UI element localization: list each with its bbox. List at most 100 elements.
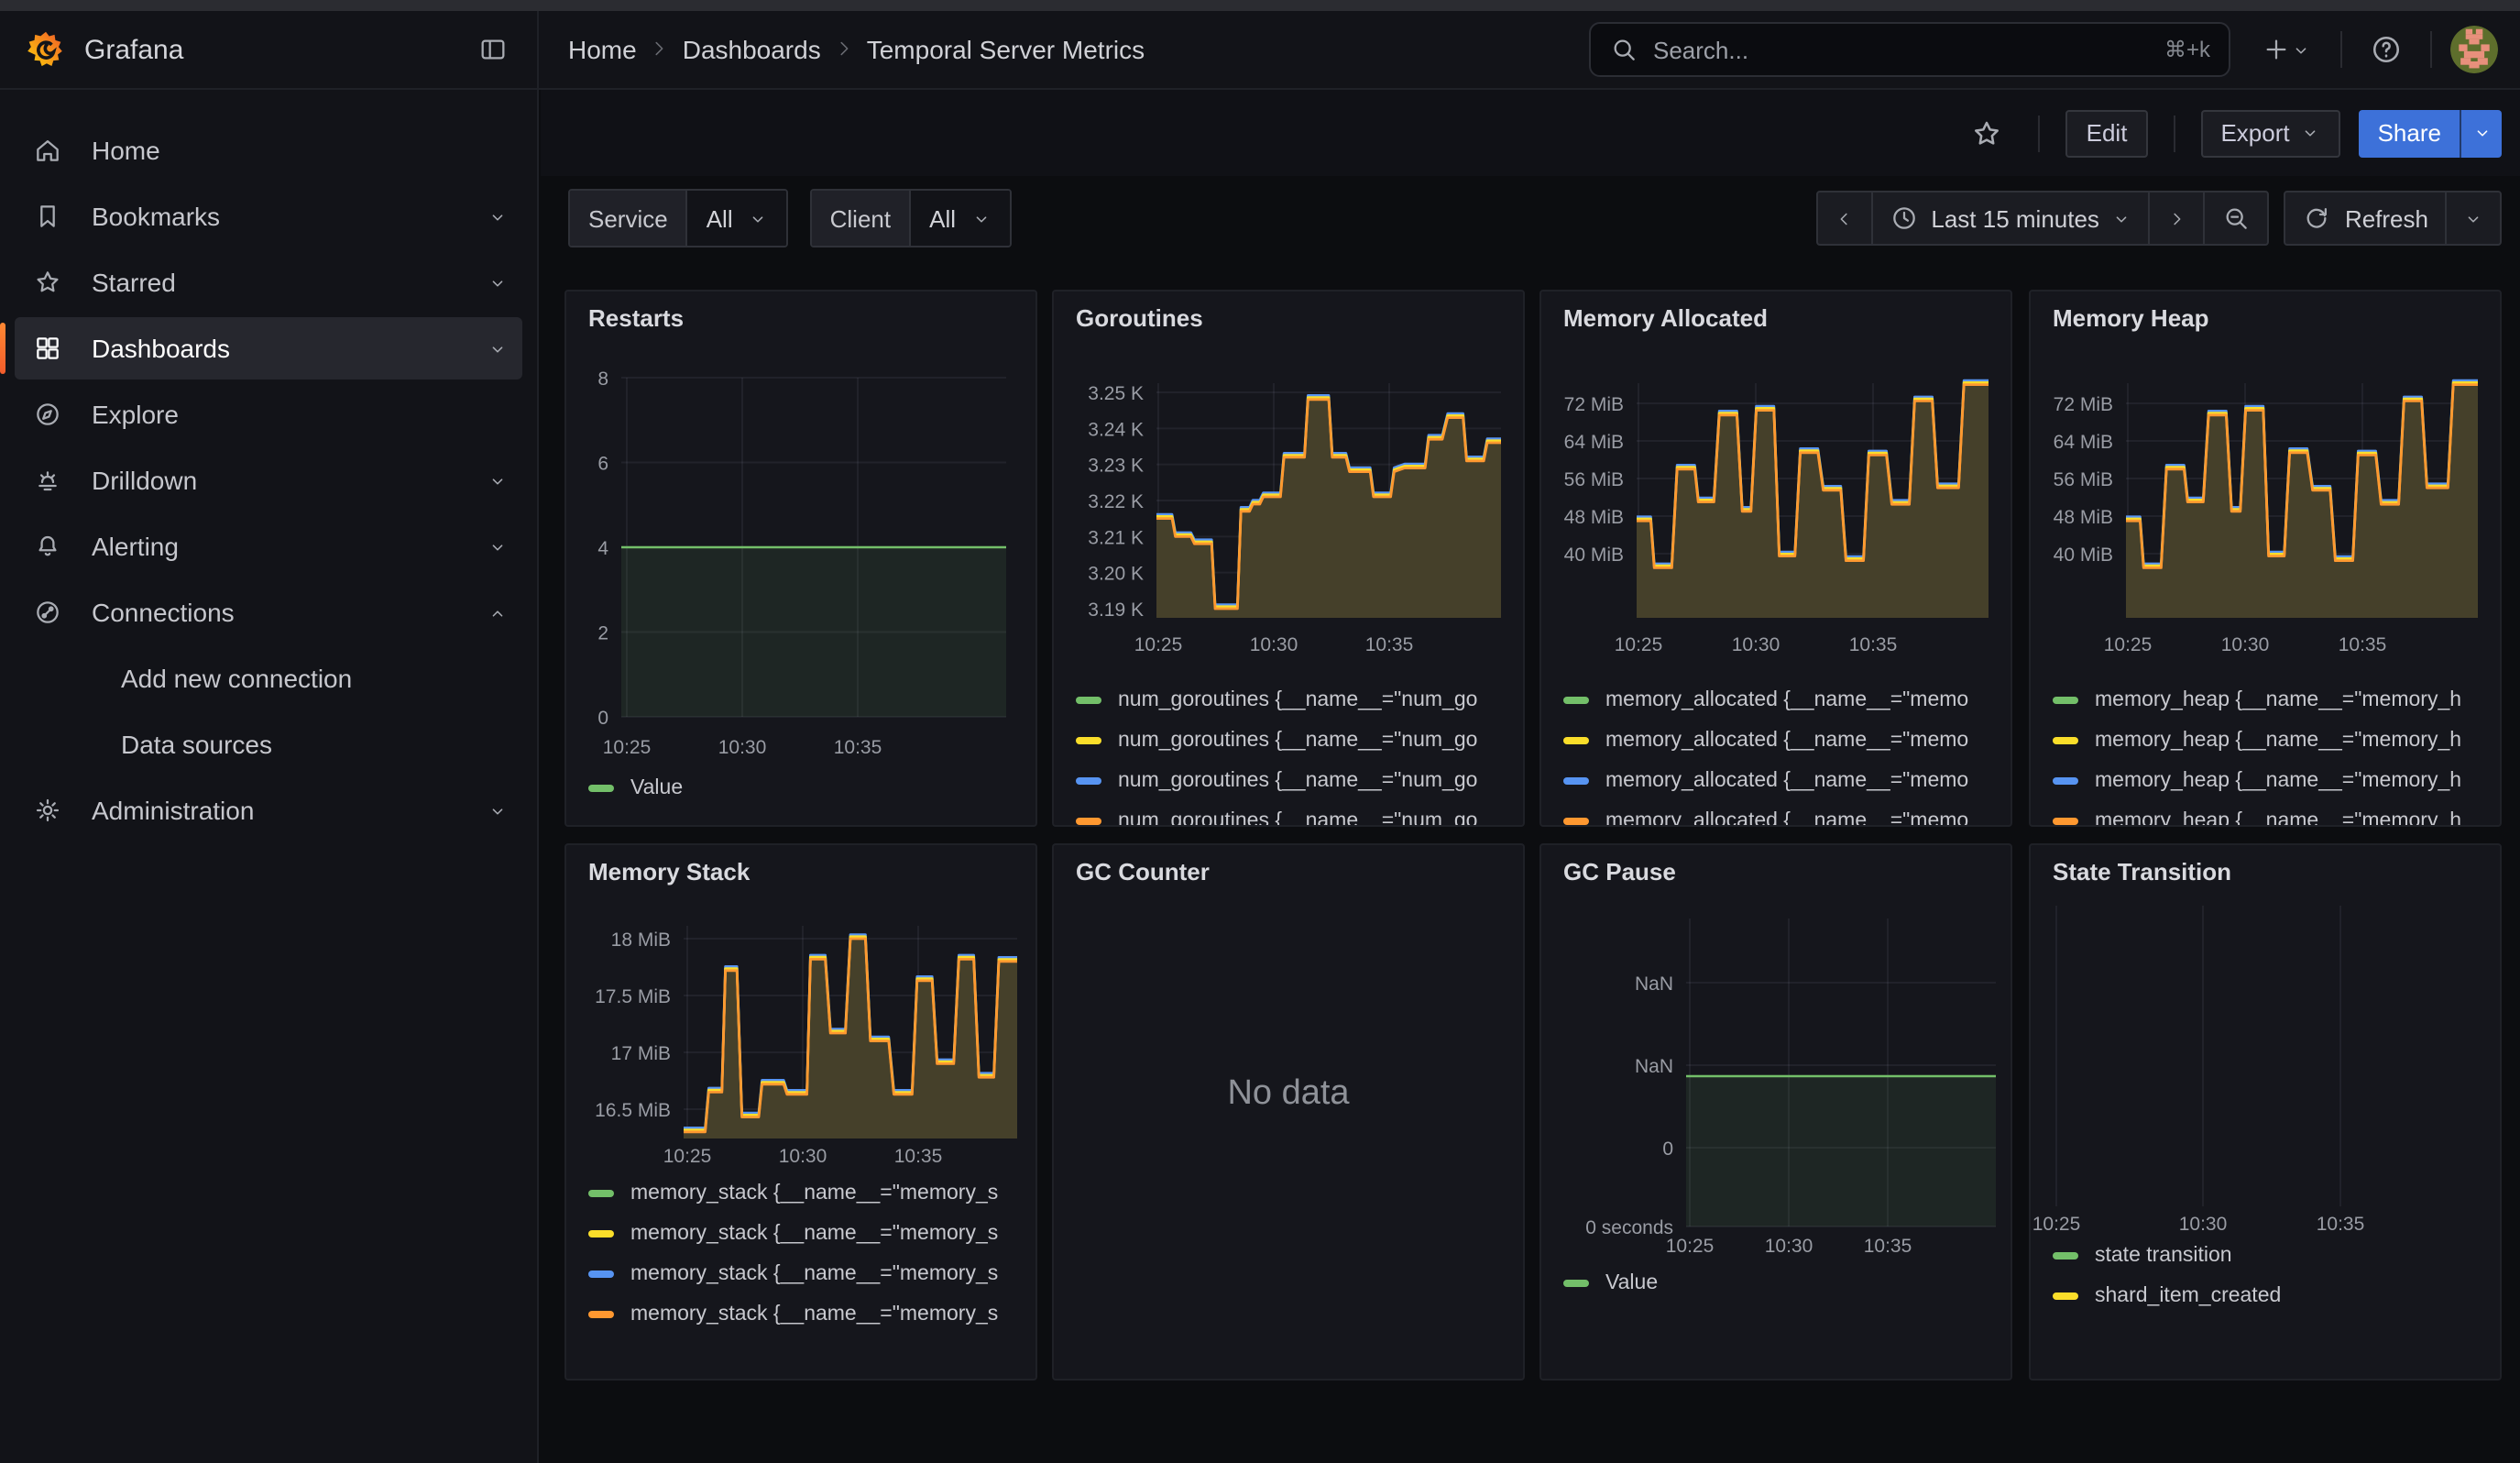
x-tick-label: 10:30 (718, 737, 767, 758)
add-button[interactable] (2249, 24, 2322, 75)
chevron-left-icon (1834, 208, 1854, 228)
plus-icon (2261, 35, 2290, 64)
y-tick-label: 3.23 K (1088, 456, 1144, 477)
y-tick-label: 48 MiB (1564, 507, 1624, 528)
legend-item[interactable]: num_goroutines {__name__="num_go (1076, 807, 1519, 827)
legend-series-label: memory_stack {__name__="memory_s (630, 1304, 998, 1326)
time-range-picker[interactable]: Last 15 minutes (1870, 192, 2149, 244)
y-tick-label: 48 MiB (2054, 507, 2113, 528)
legend-item[interactable]: state transition (2053, 1241, 2496, 1270)
series-line-blue (2126, 380, 2478, 564)
legend-item[interactable]: Value (588, 774, 1032, 803)
y-tick-label: NaN (1635, 1056, 1673, 1077)
legend-item[interactable]: memory_allocated {__name__="memo (1563, 726, 2007, 755)
chevron-down-icon (2290, 39, 2310, 60)
legend-item[interactable]: memory_heap {__name__="memory_h (2053, 686, 2496, 715)
legend-item[interactable]: memory_allocated {__name__="memo (1563, 807, 2007, 827)
export-button[interactable]: Export (2200, 109, 2340, 157)
service-filter: Service All (568, 189, 788, 248)
y-tick-label: 40 MiB (1564, 544, 1624, 566)
service-filter-label: Service (570, 191, 686, 246)
sidebar-item-starred[interactable]: Starred (15, 251, 522, 314)
no-data-message: No data (1054, 1074, 1523, 1115)
series-area (684, 939, 1017, 1138)
series-area (1156, 400, 1501, 618)
series-area (1637, 385, 1989, 618)
share-button[interactable]: Share (2360, 109, 2460, 157)
panel-title[interactable]: State Transition (2053, 858, 2231, 886)
chevron-down-icon (488, 338, 508, 358)
client-filter-value[interactable]: All (909, 191, 1009, 246)
legend-item[interactable]: memory_stack {__name__="memory_s (588, 1219, 1032, 1248)
filters-and-time-row: Service All Client All Last 15 minutes (541, 176, 2520, 260)
panel-title[interactable]: GC Counter (1076, 858, 1210, 886)
sidebar-item-label: Connections (92, 598, 488, 627)
legend-item[interactable]: memory_stack {__name__="memory_s (588, 1260, 1032, 1289)
user-avatar[interactable] (2450, 26, 2498, 73)
series-area (2126, 385, 2478, 618)
legend-item[interactable]: memory_heap {__name__="memory_h (2053, 766, 2496, 796)
breadcrumb-home[interactable]: Home (568, 35, 637, 64)
search-input[interactable]: Search... ⌘+k (1589, 22, 2230, 77)
series-line-blue (684, 935, 1017, 1128)
x-tick-label: 10:35 (1864, 1236, 1912, 1257)
sidebar-item-data-sources[interactable]: Data sources (15, 713, 522, 776)
legend-item[interactable]: num_goroutines {__name__="num_go (1076, 726, 1519, 755)
header-bar: Grafana Home Dashboards Temporal Server … (0, 11, 2520, 90)
refresh-button[interactable]: Refresh (2286, 192, 2445, 244)
sidebar-item-drilldown[interactable]: Drilldown (15, 449, 522, 512)
legend-series-dash (2053, 697, 2078, 704)
legend-item[interactable]: memory_stack {__name__="memory_s (588, 1179, 1032, 1208)
legend-item[interactable]: memory_allocated {__name__="memo (1563, 686, 2007, 715)
sidebar-item-add-new-connection[interactable]: Add new connection (15, 647, 522, 710)
legend-item[interactable]: num_goroutines {__name__="num_go (1076, 686, 1519, 715)
panel-title[interactable]: GC Pause (1563, 858, 1676, 886)
sidebar-item-dashboards[interactable]: Dashboards (15, 317, 522, 380)
y-tick-label: 56 MiB (1564, 469, 1624, 490)
legend-item[interactable]: memory_heap {__name__="memory_h (2053, 726, 2496, 755)
header-actions (2249, 24, 2498, 75)
sidebar-item-connections[interactable]: Connections (15, 581, 522, 644)
edit-button[interactable]: Edit (2066, 109, 2148, 157)
panel-title[interactable]: Goroutines (1076, 304, 1203, 332)
legend-series-dash (2053, 777, 2078, 785)
legend-item[interactable]: num_goroutines {__name__="num_go (1076, 766, 1519, 796)
series-line-yellow (684, 937, 1017, 1130)
time-forward-button[interactable] (2149, 192, 2204, 244)
grafana-logo-icon[interactable] (26, 29, 66, 70)
y-tick-label: 64 MiB (2054, 432, 2113, 453)
refresh-interval-button[interactable] (2445, 192, 2500, 244)
panel-left-toggle-icon[interactable] (467, 24, 519, 75)
breadcrumb-dashboards[interactable]: Dashboards (683, 35, 821, 64)
sidebar-item-administration[interactable]: Administration (15, 779, 522, 842)
legend-item[interactable]: shard_item_created (2053, 1282, 2496, 1311)
sidebar-item-bookmarks[interactable]: Bookmarks (15, 185, 522, 248)
y-tick-label: 2 (597, 623, 608, 644)
time-back-button[interactable] (1817, 192, 1870, 244)
service-filter-value[interactable]: All (686, 191, 786, 246)
legend-item[interactable]: Value (1563, 1269, 2007, 1298)
zoom-out-button[interactable] (2204, 192, 2268, 244)
y-tick-label: 6 (597, 454, 608, 475)
panel-title[interactable]: Memory Allocated (1563, 304, 1768, 332)
help-button[interactable] (2361, 24, 2412, 75)
sidebar-item-home[interactable]: Home (15, 119, 522, 182)
star-button[interactable] (1962, 107, 2013, 159)
sidebar-item-label: Bookmarks (92, 202, 488, 231)
legend-series-label: state transition (2095, 1245, 2232, 1267)
panel-title[interactable]: Memory Heap (2053, 304, 2209, 332)
share-menu-button[interactable] (2460, 109, 2502, 157)
panel-restarts: Restarts8642010:2510:3010:35Value (564, 290, 1037, 827)
plug-icon (33, 598, 62, 627)
legend-item[interactable]: memory_allocated {__name__="memo (1563, 766, 2007, 796)
legend-series-dash (1563, 818, 1589, 825)
panel-title[interactable]: Memory Stack (588, 858, 750, 886)
legend-item[interactable]: memory_stack {__name__="memory_s (588, 1300, 1032, 1329)
panel-title[interactable]: Restarts (588, 304, 684, 332)
legend-series-label: num_goroutines {__name__="num_go (1118, 810, 1477, 827)
x-tick-label: 10:35 (2317, 1214, 2365, 1235)
star-icon (33, 268, 62, 297)
sidebar-item-explore[interactable]: Explore (15, 383, 522, 446)
legend-item[interactable]: memory_heap {__name__="memory_h (2053, 807, 2496, 827)
sidebar-item-alerting[interactable]: Alerting (15, 515, 522, 578)
